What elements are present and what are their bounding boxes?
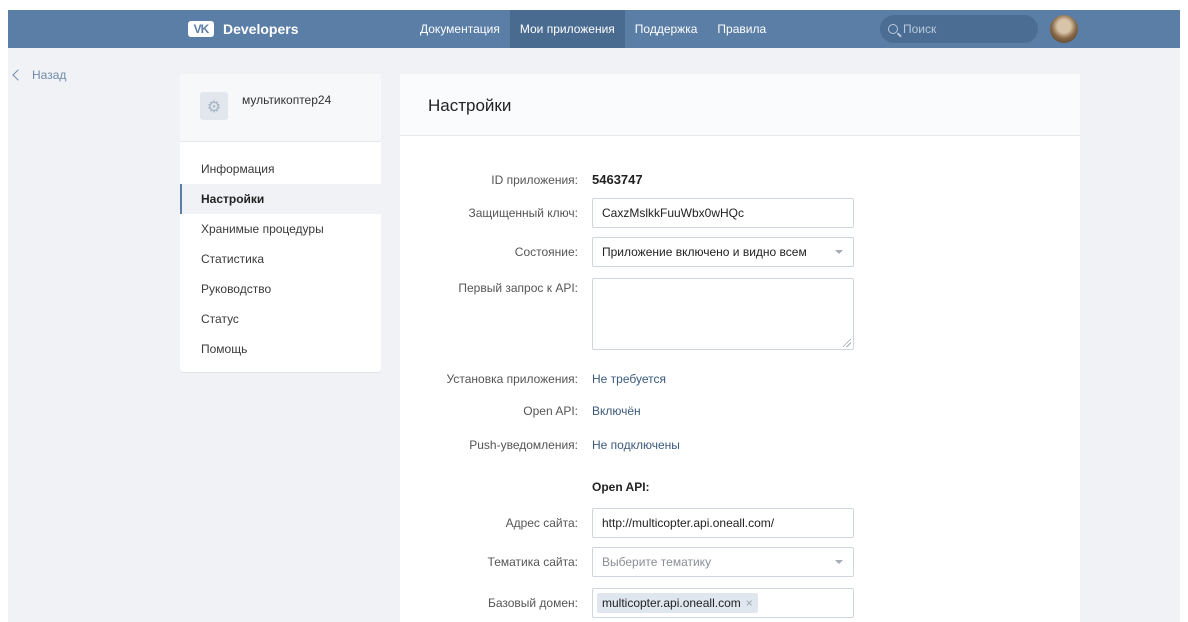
app-id-label: ID приложения: — [491, 172, 578, 187]
window-frame-left — [0, 0, 8, 622]
vk-developers-logo[interactable]: VK Developers — [188, 10, 298, 48]
first-request-row: Первый запрос к API: — [400, 278, 1080, 350]
base-domain-token-text: multicopter.api.oneall.com — [602, 596, 741, 610]
site-address-label: Адрес сайта: — [505, 516, 578, 530]
logo-text: Developers — [223, 21, 299, 37]
state-label: Состояние: — [514, 245, 578, 259]
back-link[interactable]: Назад — [12, 68, 67, 82]
chevron-down-icon — [835, 250, 843, 254]
first-request-label: Первый запрос к API: — [458, 281, 578, 295]
nav-item-my-apps[interactable]: Мои приложения — [509, 10, 625, 48]
app-name: мультикоптер24 — [242, 93, 332, 107]
user-avatar[interactable] — [1050, 15, 1078, 43]
site-address-value: http://multicopter.api.oneall.com/ — [602, 516, 775, 530]
push-row: Push-уведомления: Не подключены — [400, 438, 1080, 452]
nav-item-support[interactable]: Поддержка — [625, 10, 708, 48]
gear-icon: ⚙ — [200, 92, 228, 120]
vk-logo-icon: VK — [188, 21, 214, 37]
settings-panel: Настройки ID приложения: 5463747 Защищен… — [400, 74, 1080, 622]
app-id-value: 5463747 — [592, 172, 643, 187]
open-api-row: Open API: Включён — [400, 404, 1080, 418]
state-select[interactable]: Приложение включено и видно всем — [592, 237, 854, 267]
sidebar-item-info[interactable]: Информация — [180, 154, 381, 184]
open-api-section-title: Open API: — [592, 480, 650, 494]
app-id-row: ID приложения: 5463747 — [400, 172, 1080, 187]
main-nav: Документация Мои приложения Поддержка Пр… — [410, 10, 776, 48]
top-navigation-bar: VK Developers Документация Мои приложени… — [8, 10, 1180, 48]
nav-item-rules[interactable]: Правила — [707, 10, 776, 48]
sidebar-item-guide[interactable]: Руководство — [180, 274, 381, 304]
base-domain-row: Базовый домен: multicopter.api.oneall.co… — [400, 588, 1080, 618]
sidebar-item-statistics[interactable]: Статистика — [180, 244, 381, 274]
site-address-row: Адрес сайта: http://multicopter.api.onea… — [400, 508, 1080, 538]
app-sidebar: ⚙ мультикоптер24 Информация Настройки Хр… — [180, 74, 381, 372]
install-label: Установка приложения: — [446, 372, 578, 386]
push-label: Push-уведомления: — [469, 438, 578, 452]
search-input[interactable]: Поиск — [880, 15, 1038, 43]
state-row: Состояние: Приложение включено и видно в… — [400, 237, 1080, 267]
open-api-value[interactable]: Включён — [592, 404, 641, 418]
window-frame-top — [0, 0, 1188, 10]
close-icon[interactable]: × — [746, 596, 753, 610]
secret-key-row: Защищенный ключ: CaxzMslkkFuuWbx0wHQc — [400, 198, 1080, 228]
site-topic-select[interactable]: Выберите тематику — [592, 547, 854, 577]
chevron-down-icon — [835, 560, 843, 564]
sidebar-item-help[interactable]: Помощь — [180, 334, 381, 364]
base-domain-field[interactable]: multicopter.api.oneall.com × — [592, 588, 854, 618]
nav-item-documentation[interactable]: Документация — [410, 10, 510, 48]
site-topic-label: Тематика сайта: — [487, 555, 578, 569]
search-icon — [888, 24, 898, 34]
base-domain-token: multicopter.api.oneall.com × — [597, 593, 758, 613]
open-api-label: Open API: — [523, 404, 578, 418]
first-request-textarea[interactable] — [592, 278, 854, 350]
secret-key-field[interactable]: CaxzMslkkFuuWbx0wHQc — [592, 198, 854, 228]
install-value[interactable]: Не требуется — [592, 372, 666, 386]
state-value: Приложение включено и видно всем — [602, 245, 807, 259]
install-row: Установка приложения: Не требуется — [400, 372, 1080, 386]
site-topic-placeholder: Выберите тематику — [602, 555, 712, 569]
resize-handle-icon[interactable] — [843, 339, 851, 347]
base-domain-label: Базовый домен: — [487, 596, 578, 610]
sidebar-item-settings[interactable]: Настройки — [180, 184, 381, 214]
window-frame-right — [1180, 0, 1188, 622]
secret-key-value: CaxzMslkkFuuWbx0wHQc — [602, 206, 745, 220]
push-value[interactable]: Не подключены — [592, 438, 680, 452]
sidebar-menu: Информация Настройки Хранимые процедуры … — [180, 142, 381, 364]
open-api-section: Open API: — [400, 480, 1080, 494]
chevron-left-icon — [12, 69, 24, 81]
back-label: Назад — [32, 68, 67, 82]
app-header: ⚙ мультикоптер24 — [180, 74, 381, 142]
secret-key-label: Защищенный ключ: — [468, 206, 578, 220]
site-address-field[interactable]: http://multicopter.api.oneall.com/ — [592, 508, 854, 538]
sidebar-item-stored-procedures[interactable]: Хранимые процедуры — [180, 214, 381, 244]
sidebar-item-status[interactable]: Статус — [180, 304, 381, 334]
search-placeholder: Поиск — [903, 22, 937, 36]
page-title: Настройки — [400, 74, 1080, 136]
site-topic-row: Тематика сайта: Выберите тематику — [400, 547, 1080, 577]
